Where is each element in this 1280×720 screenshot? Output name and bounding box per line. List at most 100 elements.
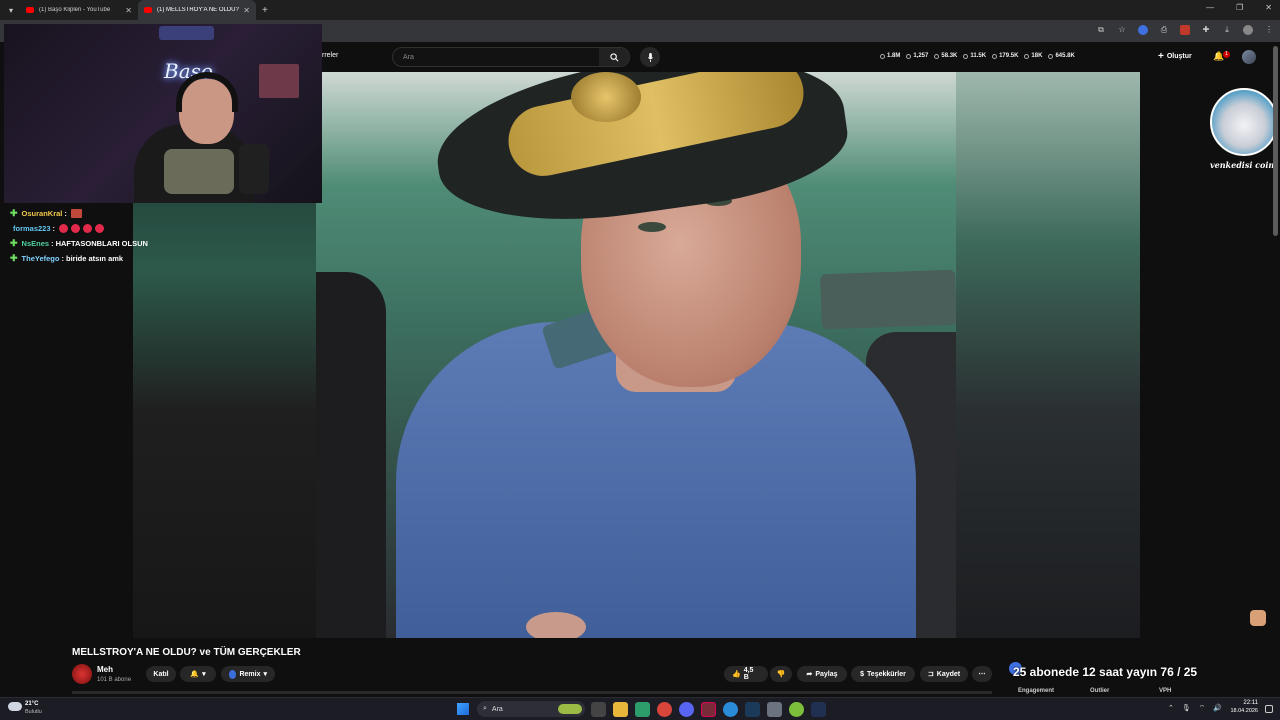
voice-search-button[interactable] — [640, 47, 660, 67]
eye-left — [638, 222, 666, 232]
plus-badge-icon: ✚ — [10, 208, 18, 218]
microphone-tray-icon[interactable]: 🎙 — [1182, 704, 1191, 713]
browser-app-icon[interactable] — [723, 702, 738, 717]
video-title: MELLSTROY'A NE OLDU? ve TÜM GERÇEKLER — [72, 647, 301, 658]
weather-temperature[interactable]: 21°C — [25, 701, 38, 707]
emote-icon — [83, 224, 93, 233]
stat-shares: 11.5K — [963, 53, 986, 59]
plus-badge-icon: ✚ — [10, 238, 18, 248]
join-label: Katıl — [153, 670, 169, 678]
profile-icon[interactable] — [1243, 25, 1253, 35]
subscribed-bell-button[interactable]: 🔔 ▾ — [180, 666, 216, 682]
volume-icon[interactable]: 🔊 — [1213, 704, 1222, 713]
windows-taskbar: 21°C Bulutlu ⌕ Ara ⌃ 🎙 ⌔ 🔊 22:11 18.04.2… — [0, 697, 1280, 720]
clock-time[interactable]: 22:11 — [1236, 700, 1258, 706]
thanks-button[interactable]: $ Teşekkürler — [851, 666, 915, 682]
coin-label: venkedisi coin — [1210, 160, 1275, 170]
clock-date[interactable]: 18.04.2026 — [1228, 708, 1258, 714]
chrome-icon[interactable] — [657, 702, 672, 717]
windows-start-icon[interactable] — [457, 703, 469, 715]
editor-app-icon[interactable] — [811, 702, 826, 717]
close-icon[interactable]: ✕ — [125, 6, 132, 15]
search-box[interactable]: Ara — [392, 47, 630, 67]
youtube-favicon-icon — [144, 7, 152, 13]
weather-description[interactable]: Bulutlu — [25, 709, 42, 715]
tab-outlier[interactable]: Outlier — [1090, 688, 1109, 694]
taskbar-apps — [591, 702, 826, 717]
close-icon[interactable]: ✕ — [243, 6, 250, 15]
bell-icon: 🔔 — [190, 671, 200, 678]
create-label: Oluştur — [1166, 53, 1192, 60]
subscribers-icon — [992, 53, 998, 59]
extension-puzzle-icon[interactable]: ✚ — [1201, 25, 1211, 35]
tab-title: (1) MELLSTROY'A NE OLDU? ve — [157, 7, 240, 13]
car-seat-left — [316, 272, 386, 638]
extension-icons: ⧉ ☆ ⎙ ✚ ⤓ ⋮ — [1096, 25, 1274, 35]
minimize-icon[interactable]: — — [1206, 3, 1214, 12]
stat-videos: 18K — [1024, 53, 1042, 59]
chat-colon: : — [61, 254, 64, 263]
wifi-icon[interactable]: ⌔ — [1199, 704, 1206, 713]
tab-engagement[interactable]: Engagement — [1018, 688, 1054, 694]
notification-center-icon[interactable] — [1265, 705, 1273, 713]
like-button[interactable]: 👍 4,5 B — [724, 666, 768, 682]
epaulet-right — [820, 269, 956, 330]
create-button[interactable]: + Oluştur — [1158, 51, 1192, 62]
file-explorer-icon[interactable] — [613, 702, 628, 717]
chat-message: formas223 : — [10, 221, 148, 236]
channel-name[interactable]: Meh — [97, 665, 113, 674]
streamer-shirt-print — [164, 149, 234, 194]
chevron-down-icon: ▾ — [263, 671, 267, 678]
download-icon[interactable]: ⤓ — [1222, 25, 1232, 35]
emote-icon — [95, 224, 105, 233]
cast-icon[interactable]: ⧉ — [1096, 25, 1106, 35]
bookmark-star-icon[interactable]: ☆ — [1117, 25, 1127, 35]
webcam-ac-unit — [159, 26, 214, 40]
stat-comments: 1,257 — [906, 53, 928, 59]
cloud-icon[interactable] — [8, 702, 22, 711]
extension-new-icon[interactable] — [1180, 25, 1190, 35]
tab-title: (1) Başo Klipleri - YouTube — [39, 7, 111, 13]
dislike-button[interactable]: 👎 — [770, 666, 792, 682]
search-input[interactable]: Ara — [393, 54, 599, 61]
screen: ▾ (1) Başo Klipleri - YouTube ✕ (1) MELL… — [0, 0, 1280, 720]
chat-message: ✚ NsEnes : HAFTASONBLARI OLSUN — [10, 236, 148, 251]
tab-vph[interactable]: VPH — [1159, 688, 1171, 694]
video-blur-right — [956, 72, 1140, 638]
more-actions-button[interactable]: ⋯ — [972, 666, 992, 682]
extension-printer-icon[interactable]: ⎙ — [1159, 25, 1169, 35]
remix-button[interactable]: Remix ▾ — [221, 666, 275, 682]
video-frame-photo — [316, 72, 956, 638]
filters-label[interactable]: rreler — [322, 52, 338, 59]
account-avatar[interactable] — [1242, 50, 1256, 64]
search-button[interactable] — [599, 48, 629, 66]
terminal-app-icon[interactable] — [701, 702, 716, 717]
task-view-icon[interactable] — [591, 702, 606, 717]
xbox-icon[interactable] — [789, 702, 804, 717]
calculator-icon[interactable] — [767, 702, 782, 717]
page-scrollbar[interactable] — [1273, 46, 1278, 236]
close-window-icon[interactable]: ✕ — [1265, 3, 1272, 12]
discord-icon[interactable] — [679, 702, 694, 717]
taskbar-search[interactable]: ⌕ Ara — [477, 701, 585, 717]
join-button[interactable]: Katıl — [146, 666, 176, 682]
menu-kebab-icon[interactable]: ⋮ — [1264, 25, 1274, 35]
chevron-up-icon[interactable]: ⌃ — [1168, 704, 1174, 713]
new-tab-button[interactable]: + — [262, 5, 268, 16]
microphone-arm — [239, 144, 269, 194]
chat-text: HAFTASONBLARI OLSUN — [55, 239, 148, 248]
thanks-label: Teşekkürler — [867, 670, 906, 678]
chat-username: NsEnes — [21, 239, 50, 248]
description-divider — [72, 691, 992, 694]
restore-icon[interactable]: ❐ — [1236, 3, 1243, 12]
channel-avatar[interactable] — [72, 664, 92, 684]
tab-search-chevron-icon[interactable]: ▾ — [2, 3, 20, 17]
share-button[interactable]: ➦ Paylaş — [797, 666, 847, 682]
taskbar-search-label: Ara — [491, 705, 503, 713]
tab-mellstroy[interactable]: (1) MELLSTROY'A NE OLDU? ve ✕ — [138, 0, 256, 20]
extension-blue-icon[interactable] — [1138, 25, 1148, 35]
steam-icon[interactable] — [745, 702, 760, 717]
game-app-icon[interactable] — [635, 702, 650, 717]
save-button[interactable]: ⊐ Kaydet — [920, 666, 968, 682]
tab-baso-klipleri[interactable]: (1) Başo Klipleri - YouTube ✕ — [20, 0, 138, 20]
